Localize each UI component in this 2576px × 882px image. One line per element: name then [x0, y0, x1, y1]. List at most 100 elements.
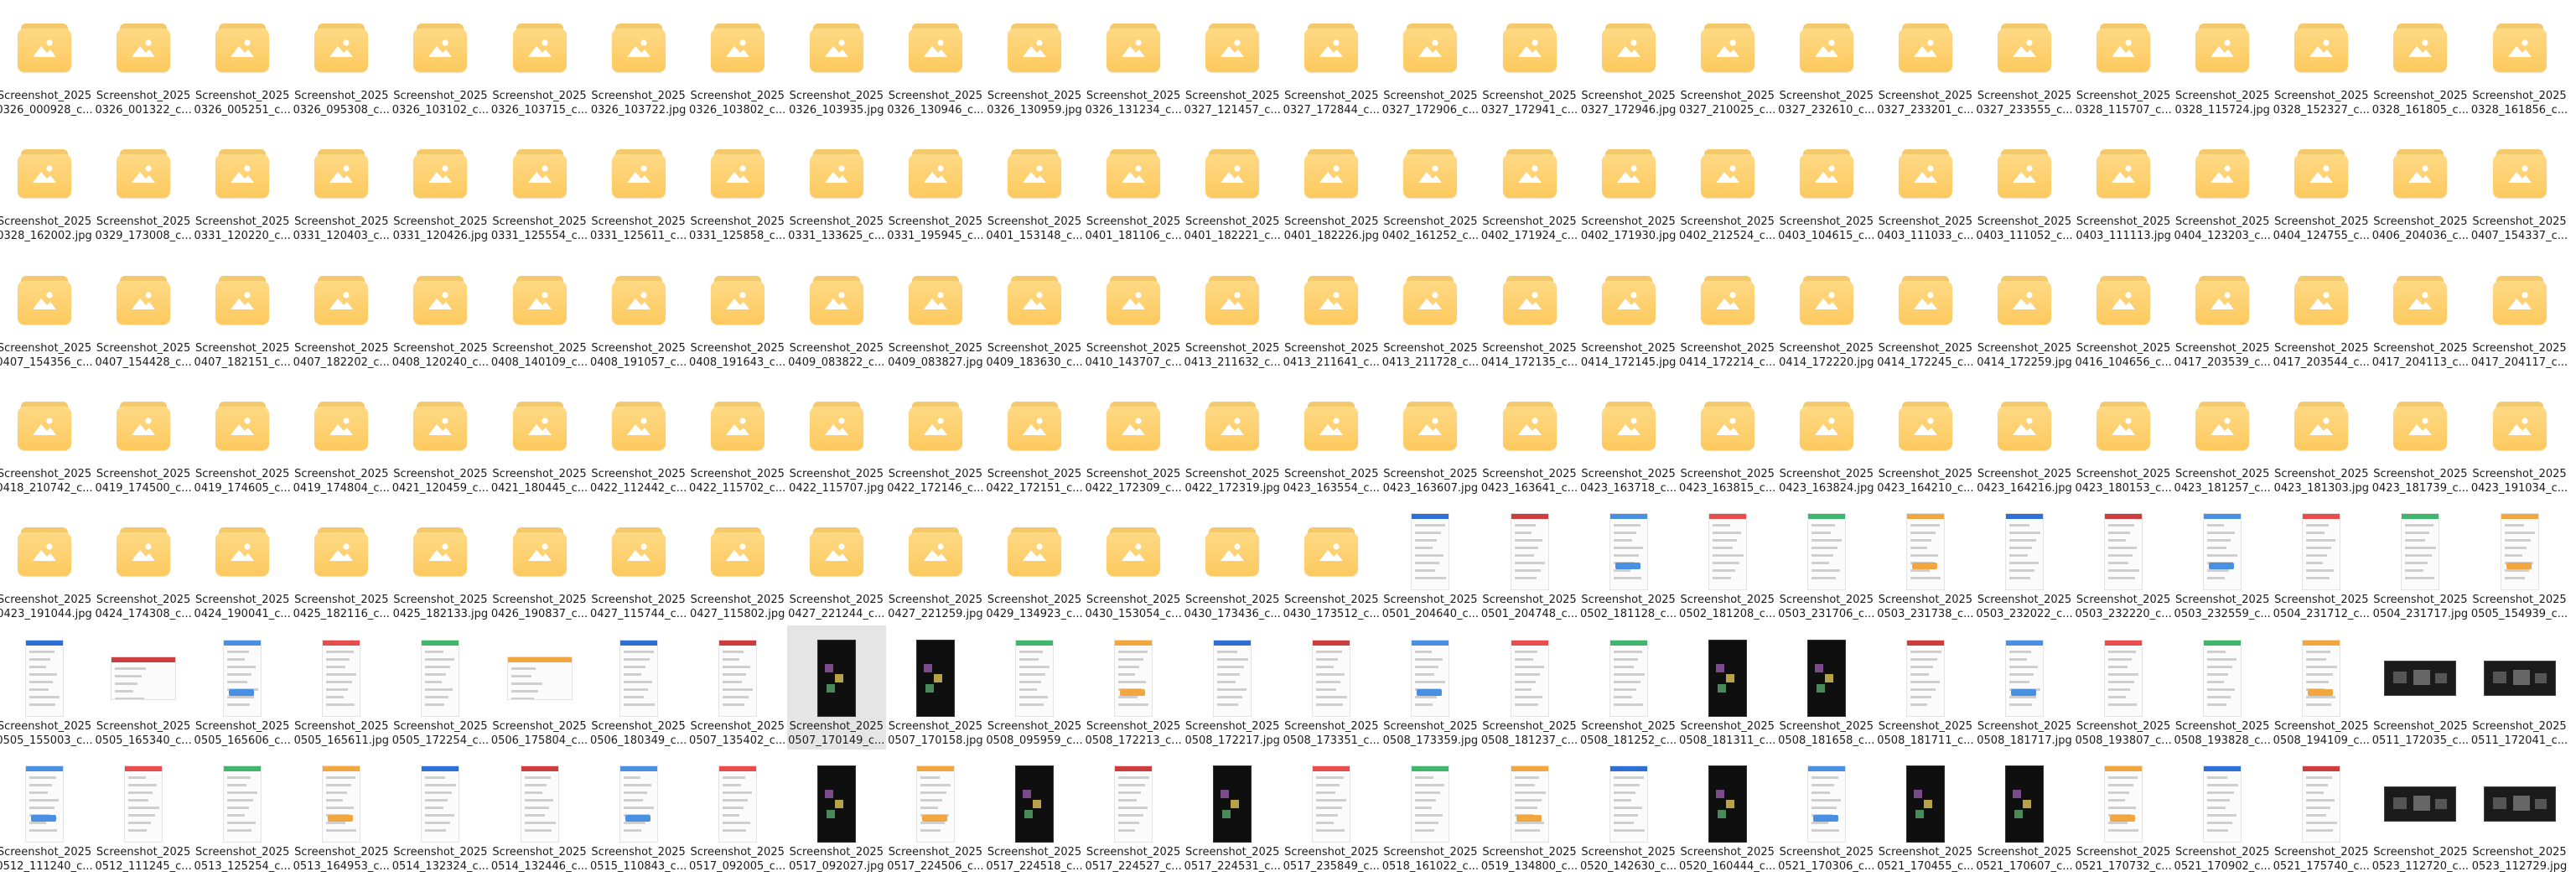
- file-item[interactable]: Screenshot_2025 0503_232559_c...: [2173, 499, 2272, 623]
- file-item[interactable]: Screenshot_2025 0327_210025_c...: [1678, 0, 1777, 119]
- file-item[interactable]: Screenshot_2025 0326_103935.jpg: [787, 0, 886, 119]
- file-item[interactable]: Screenshot_2025 0331_120403_c...: [292, 121, 391, 245]
- file-item[interactable]: Screenshot_2025 0423_163815_c...: [1678, 373, 1777, 497]
- file-item[interactable]: Screenshot_2025 0417_203544_c...: [2272, 247, 2371, 371]
- file-item[interactable]: Screenshot_2025 0406_204036_c...: [2371, 121, 2470, 245]
- file-item[interactable]: Screenshot_2025 0402_212524_c...: [1678, 121, 1777, 245]
- file-item[interactable]: Screenshot_2025 0508_095959_c...: [985, 625, 1084, 750]
- file-item[interactable]: Screenshot_2025 0505_155003_c...: [0, 625, 94, 750]
- file-item[interactable]: Screenshot_2025 0523_112729.jpg: [2470, 751, 2569, 875]
- file-item[interactable]: Screenshot_2025 0508_194109_c...: [2272, 625, 2371, 750]
- file-item[interactable]: Screenshot_2025 0403_111113.jpg: [2074, 121, 2173, 245]
- file-item[interactable]: Screenshot_2025 0512_111240_c...: [0, 751, 94, 875]
- file-item[interactable]: Screenshot_2025 0521_170732_c...: [2074, 751, 2173, 875]
- file-item[interactable]: Screenshot_2025 0508_181711_c...: [1876, 625, 1975, 750]
- file-item[interactable]: Screenshot_2025 0521_170455_c...: [1876, 751, 1975, 875]
- file-item[interactable]: Screenshot_2025 0517_224527_c...: [1084, 751, 1183, 875]
- file-item[interactable]: Screenshot_2025 0417_203539_c...: [2173, 247, 2272, 371]
- file-item[interactable]: Screenshot_2025 0426_190837_c...: [490, 499, 589, 623]
- file-item[interactable]: Screenshot_2025 0326_103102_c...: [391, 0, 490, 119]
- file-item[interactable]: Screenshot_2025 0401_182226.jpg: [1282, 121, 1381, 245]
- file-item[interactable]: Screenshot_2025 0507_135402_c...: [688, 625, 787, 750]
- file-item[interactable]: Screenshot_2025 0407_154428_c...: [94, 247, 193, 371]
- file-item[interactable]: Screenshot_2025 0430_173512_c...: [1282, 499, 1381, 623]
- file-item[interactable]: Screenshot_2025 0427_221259.jpg: [886, 499, 985, 623]
- file-item[interactable]: Screenshot_2025 0417_204117_c...: [2470, 247, 2569, 371]
- file-item[interactable]: Screenshot_2025 0326_000928_c...: [0, 0, 94, 119]
- file-item[interactable]: Screenshot_2025 0413_211641_c...: [1282, 247, 1381, 371]
- file-item[interactable]: Screenshot_2025 0327_172941_c...: [1480, 0, 1579, 119]
- file-item[interactable]: Screenshot_2025 0425_182116_c...: [292, 499, 391, 623]
- file-item[interactable]: Screenshot_2025 0502_181128_c...: [1579, 499, 1678, 623]
- file-item[interactable]: Screenshot_2025 0506_180349_c...: [589, 625, 688, 750]
- file-item[interactable]: Screenshot_2025 0404_123203_c...: [2173, 121, 2272, 245]
- file-item[interactable]: Screenshot_2025 0409_183630_c...: [985, 247, 1084, 371]
- file-item[interactable]: Screenshot_2025 0517_092005_c...: [688, 751, 787, 875]
- file-item[interactable]: Screenshot_2025 0505_172254_c...: [391, 625, 490, 750]
- file-item[interactable]: Screenshot_2025 0327_172946.jpg: [1579, 0, 1678, 119]
- file-item[interactable]: Screenshot_2025 0422_172146_c...: [886, 373, 985, 497]
- file-item[interactable]: Screenshot_2025 0326_103722.jpg: [589, 0, 688, 119]
- file-item[interactable]: Screenshot_2025 0514_132324_c...: [391, 751, 490, 875]
- file-item[interactable]: Screenshot_2025 0521_170902_c...: [2173, 751, 2272, 875]
- file-item[interactable]: Screenshot_2025 0424_190041_c...: [193, 499, 292, 623]
- file-item[interactable]: Screenshot_2025 0427_115802.jpg: [688, 499, 787, 623]
- file-item[interactable]: Screenshot_2025 0404_124755_c...: [2272, 121, 2371, 245]
- file-item[interactable]: Screenshot_2025 0422_172309_c...: [1084, 373, 1183, 497]
- file-item[interactable]: Screenshot_2025 0326_131234_c...: [1084, 0, 1183, 119]
- file-item[interactable]: Screenshot_2025 0418_210742_c...: [0, 373, 94, 497]
- file-item[interactable]: Screenshot_2025 0515_110843_c...: [589, 751, 688, 875]
- file-item[interactable]: Screenshot_2025 0403_111052_c...: [1975, 121, 2074, 245]
- file-item[interactable]: Screenshot_2025 0424_174308_c...: [94, 499, 193, 623]
- file-item[interactable]: Screenshot_2025 0505_165606_c...: [193, 625, 292, 750]
- file-item[interactable]: Screenshot_2025 0508_173351_c...: [1282, 625, 1381, 750]
- file-item[interactable]: Screenshot_2025 0422_172151_c...: [985, 373, 1084, 497]
- file-item[interactable]: Screenshot_2025 0326_130959.jpg: [985, 0, 1084, 119]
- file-item[interactable]: Screenshot_2025 0507_170158.jpg: [886, 625, 985, 750]
- file-item[interactable]: Screenshot_2025 0423_191034_c...: [2470, 373, 2569, 497]
- file-item[interactable]: Screenshot_2025 0507_170149_c...: [786, 625, 886, 750]
- file-item[interactable]: Screenshot_2025 0328_115724.jpg: [2173, 0, 2272, 119]
- file-item[interactable]: Screenshot_2025 0419_174500_c...: [94, 373, 193, 497]
- file-item[interactable]: Screenshot_2025 0523_112720_c...: [2371, 751, 2470, 875]
- file-item[interactable]: Screenshot_2025 0402_161252_c...: [1381, 121, 1480, 245]
- file-item[interactable]: Screenshot_2025 0423_163554_c...: [1282, 373, 1381, 497]
- file-item[interactable]: Screenshot_2025 0513_164953_c...: [292, 751, 391, 875]
- file-item[interactable]: Screenshot_2025 0328_162002.jpg: [0, 121, 94, 245]
- file-item[interactable]: Screenshot_2025 0508_181237_c...: [1480, 625, 1579, 750]
- file-item[interactable]: Screenshot_2025 0328_152327_c...: [2272, 0, 2371, 119]
- file-item[interactable]: Screenshot_2025 0505_165340_c...: [94, 625, 193, 750]
- file-item[interactable]: Screenshot_2025 0422_115702_c...: [688, 373, 787, 497]
- file-item[interactable]: Screenshot_2025 0329_173008_c...: [94, 121, 193, 245]
- file-item[interactable]: Screenshot_2025 0521_170306_c...: [1777, 751, 1876, 875]
- file-item[interactable]: Screenshot_2025 0328_161805_c...: [2371, 0, 2470, 119]
- file-item[interactable]: Screenshot_2025 0407_154337_c...: [2470, 121, 2569, 245]
- file-item[interactable]: Screenshot_2025 0409_083822_c...: [787, 247, 886, 371]
- file-item[interactable]: Screenshot_2025 0417_204113_c...: [2371, 247, 2470, 371]
- file-item[interactable]: Screenshot_2025 0508_172213_c...: [1084, 625, 1183, 750]
- file-item[interactable]: Screenshot_2025 0502_181208_c...: [1678, 499, 1777, 623]
- file-item[interactable]: Screenshot_2025 0407_182202_c...: [292, 247, 391, 371]
- file-item[interactable]: Screenshot_2025 0408_191057_c...: [589, 247, 688, 371]
- file-item[interactable]: Screenshot_2025 0407_182151_c...: [193, 247, 292, 371]
- file-item[interactable]: Screenshot_2025 0511_172041_c...: [2470, 625, 2569, 750]
- file-item[interactable]: Screenshot_2025 0327_172844_c...: [1282, 0, 1381, 119]
- file-item[interactable]: Screenshot_2025 0409_083827.jpg: [886, 247, 985, 371]
- file-item[interactable]: Screenshot_2025 0327_233555_c...: [1975, 0, 2074, 119]
- file-item[interactable]: Screenshot_2025 0413_211728_c...: [1381, 247, 1480, 371]
- file-item[interactable]: Screenshot_2025 0326_130946_c...: [886, 0, 985, 119]
- file-item[interactable]: Screenshot_2025 0430_153054_c...: [1084, 499, 1183, 623]
- file-item[interactable]: Screenshot_2025 0503_231738_c...: [1876, 499, 1975, 623]
- file-item[interactable]: Screenshot_2025 0328_115707_c...: [2074, 0, 2173, 119]
- file-item[interactable]: Screenshot_2025 0512_111245_c...: [94, 751, 193, 875]
- file-item[interactable]: Screenshot_2025 0508_193828_c...: [2173, 625, 2272, 750]
- file-item[interactable]: Screenshot_2025 0414_172245_c...: [1876, 247, 1975, 371]
- file-item[interactable]: Screenshot_2025 0331_120426.jpg: [391, 121, 490, 245]
- file-item[interactable]: Screenshot_2025 0410_143707_c...: [1084, 247, 1183, 371]
- file-item[interactable]: Screenshot_2025 0408_140109_c...: [490, 247, 589, 371]
- file-item[interactable]: Screenshot_2025 0517_224506_c...: [886, 751, 985, 875]
- file-item[interactable]: Screenshot_2025 0331_133625_c...: [787, 121, 886, 245]
- file-item[interactable]: Screenshot_2025 0414_172214_c...: [1678, 247, 1777, 371]
- file-item[interactable]: Screenshot_2025 0519_134800_c...: [1480, 751, 1579, 875]
- file-item[interactable]: Screenshot_2025 0414_172220.jpg: [1777, 247, 1876, 371]
